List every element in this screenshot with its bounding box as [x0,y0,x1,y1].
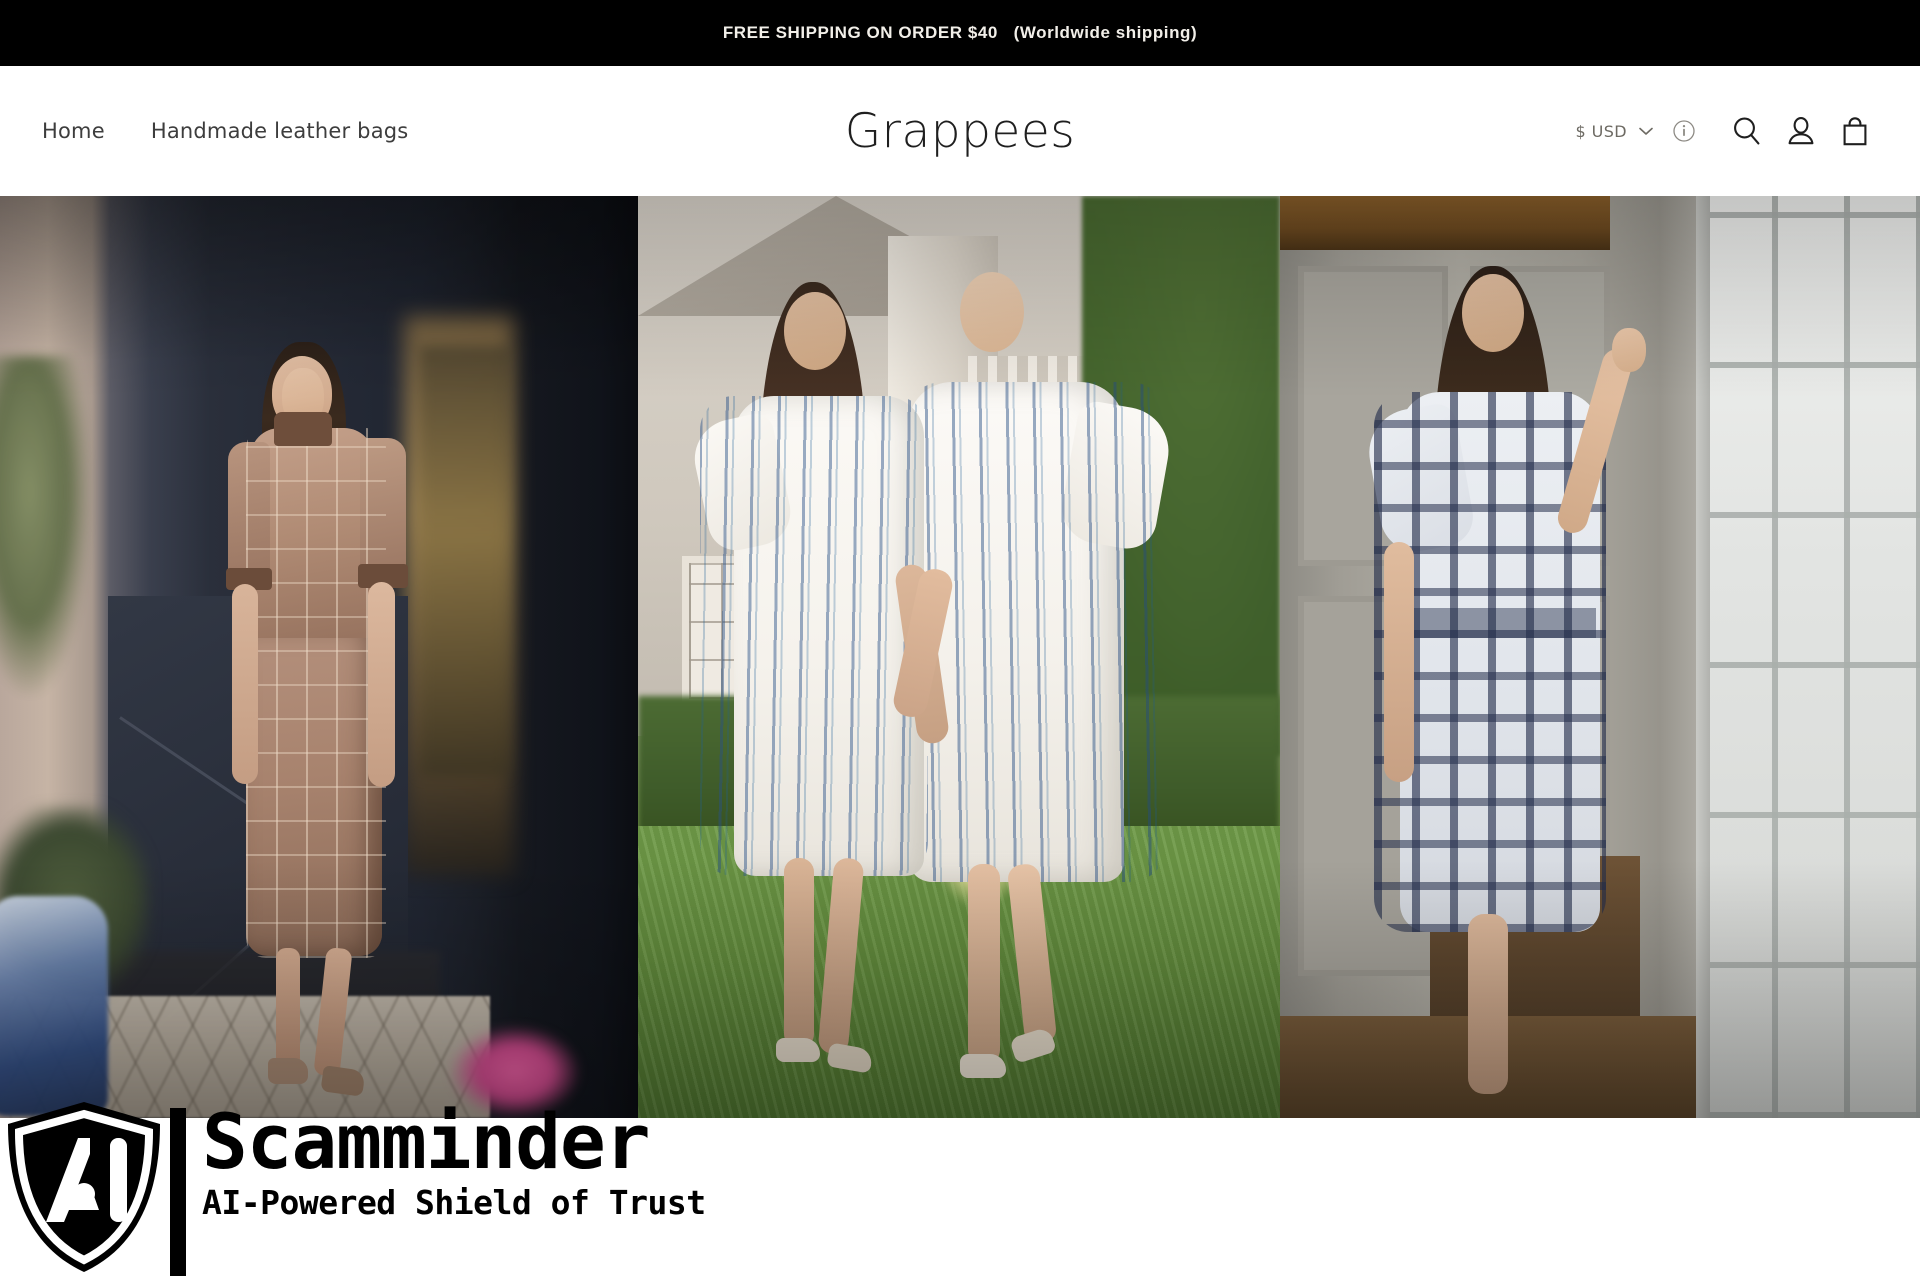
site-logo-text[interactable]: Grappees [845,104,1076,159]
model-3-print-overlay [906,382,1166,882]
header-actions: $ USD [1576,66,1882,196]
page-root: FREE SHIPPING ON ORDER $40 (Worldwide sh… [0,0,1920,1280]
decor-blue-vase [0,896,108,1116]
main-navigation: Home Handmade leather bags [42,66,408,196]
decor-plant [0,356,90,696]
chevron-down-icon [1639,127,1653,135]
model-4-arm-lowered [1384,542,1414,782]
announcement-text: FREE SHIPPING ON ORDER $40 (Worldwide sh… [722,23,1198,42]
hero-panel-2[interactable] [638,196,1280,1118]
nav-item-handmade-leather-bags[interactable]: Handmade leather bags [151,119,409,143]
watermark-tagline: AI-Powered Shield of Trust [202,1182,706,1222]
announcement-bar: FREE SHIPPING ON ORDER $40 (Worldwide sh… [0,0,1920,66]
model-1-shoe-left [268,1058,308,1084]
currency-label: $ USD [1575,121,1627,141]
model-3-shoe-left [960,1054,1006,1078]
model-1-arm-left [232,584,258,784]
watermark-text-block: Scamminder AI-Powered Shield of Trust [202,1097,706,1222]
search-icon [1734,117,1760,145]
model-2-leg-left [784,858,814,1048]
currency-selector[interactable]: $ USD [1576,121,1656,141]
nav-item-home[interactable]: Home [42,119,105,143]
account-button[interactable] [1774,104,1828,158]
cart-icon [1843,117,1867,146]
model-4-head [1462,274,1524,352]
decor-window-mullion [1696,196,1710,1118]
watermark-title: Scamminder [202,1097,651,1186]
model-1-arm-right [368,582,395,787]
cart-button[interactable] [1828,104,1882,158]
model-4-hand [1612,328,1646,372]
account-icon [1788,117,1814,145]
model-1-collar [274,412,332,446]
hero-banner [0,196,1920,1118]
hero-panel-3[interactable] [1280,196,1920,1118]
model-3-head [960,272,1024,352]
info-circle-icon[interactable] [1672,119,1696,143]
hero-panel-1[interactable] [0,196,638,1118]
decor-interior-window [420,346,510,776]
decor-gilded-frame [1280,196,1610,250]
model-2-shoe-left [776,1038,820,1062]
model-3-leg-left [968,864,1000,1064]
model-2-head [784,292,846,370]
model-4-leg [1468,914,1508,1094]
decor-window-pane [1700,196,1920,1118]
model-4-waistband [1406,608,1596,638]
watermark-divider-bar [170,1108,186,1276]
model-1-plaid-overlay [246,428,386,958]
search-button[interactable] [1720,104,1774,158]
model-1-leg-left [276,948,300,1068]
ai-shield-icon [8,1102,160,1272]
model-2-print-overlay [700,396,928,876]
scamminder-watermark: Scamminder AI-Powered Shield of Trust [0,1098,706,1276]
site-header: Home Handmade leather bags Grappees $ US… [0,66,1920,196]
